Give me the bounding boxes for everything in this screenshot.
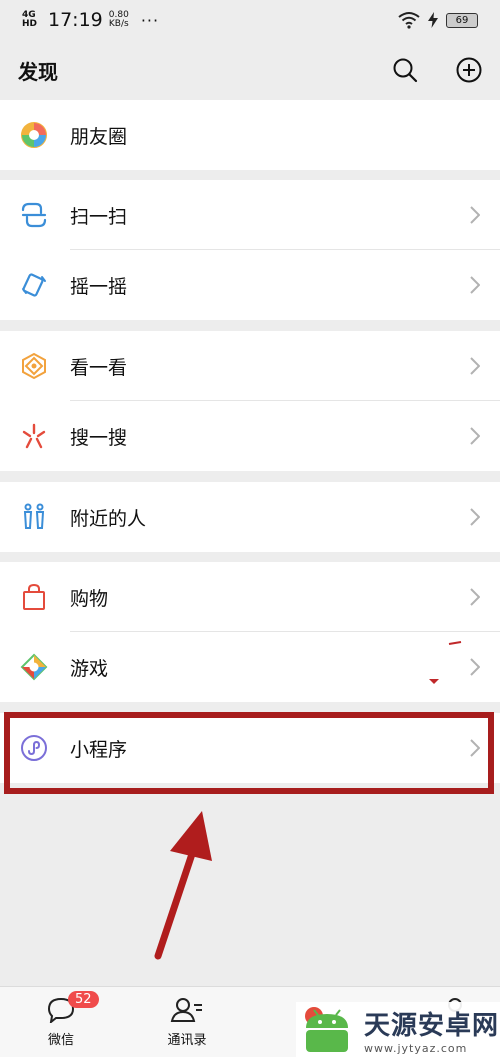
people-nearby-icon — [23, 503, 45, 529]
tab-label-contacts: 通讯录 — [167, 1033, 207, 1048]
menu-group-mini-programs: 小程序 — [0, 713, 500, 783]
menu-label-games: 游戏 — [70, 657, 109, 680]
annotation-arrow — [154, 811, 212, 960]
battery-icon: 69 — [446, 12, 478, 28]
menu-group-shopping: 购物 游戏 — [0, 562, 500, 702]
menu-item-games[interactable]: 游戏 — [0, 632, 500, 702]
top-stories-icon — [22, 352, 46, 380]
wifi-icon — [398, 12, 420, 29]
menu-label-shake: 摇一摇 — [70, 275, 128, 298]
chevron-right-icon — [470, 206, 480, 224]
watermark: 天源安卓网 www.jytyaz.com — [296, 1002, 500, 1057]
menu-item-scan[interactable]: 扫一扫 — [0, 180, 500, 250]
menu-item-search[interactable]: 搜一搜 — [0, 401, 500, 471]
chevron-right-icon — [470, 588, 480, 606]
menu-item-shopping[interactable]: 购物 — [0, 562, 500, 632]
moments-icon — [21, 122, 47, 148]
network-speed: 0.80 KB/s — [108, 10, 129, 29]
status-more-icon: ··· — [140, 10, 160, 30]
menu-item-shake[interactable]: 摇一摇 — [0, 250, 500, 320]
menu-item-mini-programs[interactable]: 小程序 — [0, 713, 500, 783]
search-sparkle-icon — [22, 423, 46, 449]
menu-label-search: 搜一搜 — [70, 426, 128, 449]
contacts-icon — [170, 998, 202, 1022]
mini-program-icon — [21, 735, 47, 761]
tab-contacts[interactable]: 通讯录 — [142, 997, 232, 1048]
annotation-mark — [429, 679, 439, 684]
tab-chats[interactable]: 52 微信 — [16, 991, 106, 1048]
add-icon[interactable] — [456, 57, 482, 83]
menu-label-scan: 扫一扫 — [70, 205, 128, 228]
shake-icon — [22, 273, 46, 297]
scan-icon — [21, 202, 47, 228]
menu-item-nearby[interactable]: 附近的人 — [0, 482, 500, 552]
watermark-title: 天源安卓网 — [364, 1010, 500, 1041]
chevron-right-icon — [470, 427, 480, 445]
menu-group-nearby: 附近的人 — [0, 482, 500, 552]
menu-item-top-stories[interactable]: 看一看 — [0, 331, 500, 401]
chevron-right-icon — [470, 508, 480, 526]
watermark-url: www.jytyaz.com — [364, 1041, 468, 1055]
games-icon — [20, 653, 48, 681]
menu-label-mini-programs: 小程序 — [70, 738, 128, 761]
page-title: 发现 — [18, 59, 58, 84]
search-icon[interactable] — [392, 57, 418, 83]
menu-label-top-stories: 看一看 — [70, 356, 128, 379]
network-indicator: 4G HD — [22, 10, 38, 29]
menu-group-moments: 朋友圈 — [0, 100, 500, 170]
tab-label-chats: 微信 — [47, 1033, 74, 1048]
status-bar: 4G HD 17:19 0.80 KB/s ··· 69 — [0, 0, 500, 40]
menu-group-scan: 扫一扫 摇一摇 — [0, 180, 500, 320]
charging-icon — [428, 12, 438, 28]
menu-label-moments: 朋友圈 — [70, 125, 128, 148]
battery-level: 69 — [455, 14, 469, 26]
chevron-right-icon — [470, 658, 480, 676]
chevron-right-icon — [470, 276, 480, 294]
page-header: 发现 — [0, 40, 500, 100]
menu-label-shopping: 购物 — [70, 587, 109, 610]
menu-item-moments[interactable]: 朋友圈 — [0, 100, 500, 170]
shopping-bag-icon — [23, 583, 45, 610]
chevron-right-icon — [470, 357, 480, 375]
unread-badge: 52 — [68, 991, 99, 1008]
annotation-mark — [448, 641, 462, 645]
status-time: 17:19 — [48, 9, 103, 31]
android-logo-icon — [305, 1006, 348, 1052]
chevron-right-icon — [470, 739, 480, 757]
menu-label-nearby: 附近的人 — [70, 507, 147, 530]
menu-group-stories: 看一看 搜一搜 — [0, 331, 500, 471]
